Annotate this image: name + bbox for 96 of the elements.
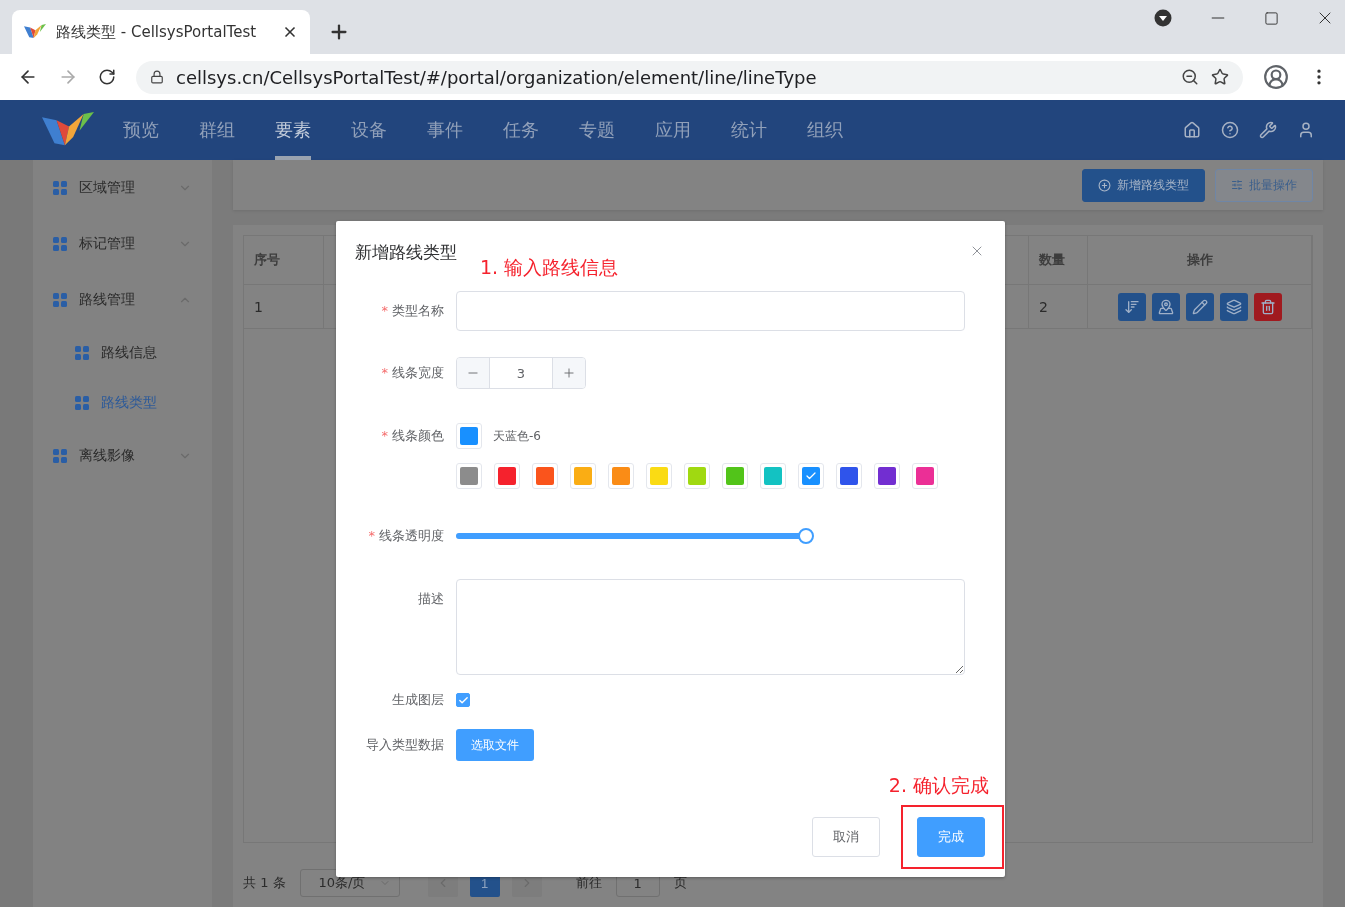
field-label: 生成图层	[391, 691, 444, 709]
field-label: * 线条颜色	[380, 427, 444, 445]
browser-tab[interactable]: 路线类型 - CellsysPortalTest	[12, 10, 310, 54]
logo-icon	[24, 24, 46, 40]
nav-item[interactable]: 事件	[427, 100, 463, 160]
layer-checkbox[interactable]	[456, 693, 470, 707]
plus-circle-icon	[1098, 178, 1111, 192]
annotation-text: 1. 输入路线信息	[480, 255, 619, 280]
action-button[interactable]	[1151, 292, 1180, 321]
plus-icon	[562, 366, 576, 380]
sort-icon	[1123, 298, 1140, 315]
sidebar-subitem[interactable]: 路线信息	[33, 328, 212, 378]
column-header: 数量	[1029, 236, 1088, 284]
profile-dropdown-icon[interactable]	[1154, 9, 1172, 27]
url-text: cellsys.cn/CellsysPortalTest/#/portal/organization/element/line/lineType	[176, 66, 818, 88]
choose-file-button[interactable]: 选取文件	[456, 729, 534, 761]
maximize-icon[interactable]	[1264, 10, 1279, 26]
confirm-button[interactable]: 完成	[917, 817, 985, 857]
table-cell: 1	[244, 285, 324, 328]
sidebar-subitem[interactable]: 路线类型	[33, 378, 212, 428]
action-button[interactable]	[1185, 292, 1214, 321]
grid-icon	[53, 181, 67, 195]
field-label: 导入类型数据	[365, 736, 444, 754]
color-swatch[interactable]	[874, 463, 900, 489]
sidebar-item[interactable]: 路线管理	[33, 272, 212, 328]
color-swatch[interactable]	[494, 463, 520, 489]
sidebar-item[interactable]: 离线影像	[33, 428, 212, 484]
color-swatch[interactable]	[608, 463, 634, 489]
annotation-text: 2. 确认完成	[888, 773, 989, 798]
grid-icon	[75, 346, 89, 360]
layers-icon	[1225, 298, 1242, 315]
color-swatch[interactable]	[760, 463, 786, 489]
star-icon[interactable]	[1211, 68, 1229, 86]
lock-icon	[150, 70, 164, 84]
color-preview[interactable]	[456, 423, 482, 449]
grid-icon	[53, 449, 67, 463]
add-button[interactable]: 新增路线类型	[1082, 168, 1205, 202]
opacity-slider[interactable]	[456, 528, 814, 544]
reload-icon[interactable]	[98, 68, 116, 86]
color-swatch[interactable]	[912, 463, 938, 489]
action-button[interactable]	[1253, 292, 1282, 321]
grid-icon	[53, 237, 67, 251]
nav-item[interactable]: 任务	[503, 100, 539, 160]
nav-item[interactable]: 专题	[579, 100, 615, 160]
column-header: 操作	[1088, 236, 1312, 284]
check-icon	[805, 470, 817, 482]
trash-icon	[1259, 298, 1276, 315]
zoom-out-icon[interactable]	[1181, 68, 1199, 86]
nav-item[interactable]: 群组	[199, 100, 235, 160]
user-icon[interactable]	[1297, 121, 1315, 139]
profile-icon[interactable]	[1263, 64, 1289, 90]
grid-icon	[53, 293, 67, 307]
color-name: 天蓝色-6	[493, 427, 541, 445]
cancel-button[interactable]: 取消	[812, 817, 880, 857]
color-swatch[interactable]	[722, 463, 748, 489]
color-swatch[interactable]	[684, 463, 710, 489]
grid-icon	[75, 396, 89, 410]
map-pin-icon	[1157, 298, 1174, 315]
nav-item[interactable]: 应用	[655, 100, 691, 160]
field-label: * 类型名称	[380, 302, 444, 320]
color-swatch[interactable]	[798, 463, 824, 489]
pencil-icon	[1191, 298, 1208, 315]
batch-button[interactable]: 批量操作	[1215, 168, 1313, 202]
color-swatch[interactable]	[646, 463, 672, 489]
column-header: 序号	[244, 236, 324, 284]
help-icon[interactable]	[1221, 121, 1239, 139]
close-icon[interactable]	[282, 24, 298, 40]
nav-item[interactable]: 设备	[351, 100, 387, 160]
sidebar-item[interactable]: 区域管理	[33, 160, 212, 216]
dialog-title: 新增路线类型	[355, 241, 457, 264]
color-swatch[interactable]	[456, 463, 482, 489]
field-label: * 线条透明度	[367, 528, 444, 544]
width-stepper[interactable]: 3	[456, 357, 586, 389]
field-label: 描述	[417, 590, 444, 608]
nav-item[interactable]: 预览	[123, 100, 159, 160]
sidebar-item[interactable]: 标记管理	[33, 216, 212, 272]
type-name-input[interactable]	[456, 291, 965, 331]
address-bar[interactable]: cellsys.cn/CellsysPortalTest/#/portal/organization/element/line/lineType	[136, 60, 1243, 94]
wrench-icon[interactable]	[1259, 121, 1277, 139]
total-count: 共 1 条	[243, 874, 286, 892]
sliders-icon	[1231, 179, 1243, 191]
nav-item[interactable]: 统计	[731, 100, 767, 160]
field-label: * 线条宽度	[380, 364, 444, 382]
page-suffix: 页	[673, 874, 687, 892]
tab-title: 路线类型 - CellsysPortalTest	[56, 22, 258, 42]
action-button[interactable]	[1117, 292, 1146, 321]
nav-item[interactable]: 组织	[807, 100, 843, 160]
home-icon[interactable]	[1183, 121, 1201, 139]
slider-thumb[interactable]	[798, 528, 814, 544]
color-swatch[interactable]	[532, 463, 558, 489]
increment-button[interactable]	[553, 358, 585, 388]
action-button[interactable]	[1219, 292, 1248, 321]
goto-label: 前往	[575, 874, 602, 892]
color-swatch[interactable]	[836, 463, 862, 489]
table-cell: 2	[1029, 285, 1088, 328]
color-swatch[interactable]	[570, 463, 596, 489]
